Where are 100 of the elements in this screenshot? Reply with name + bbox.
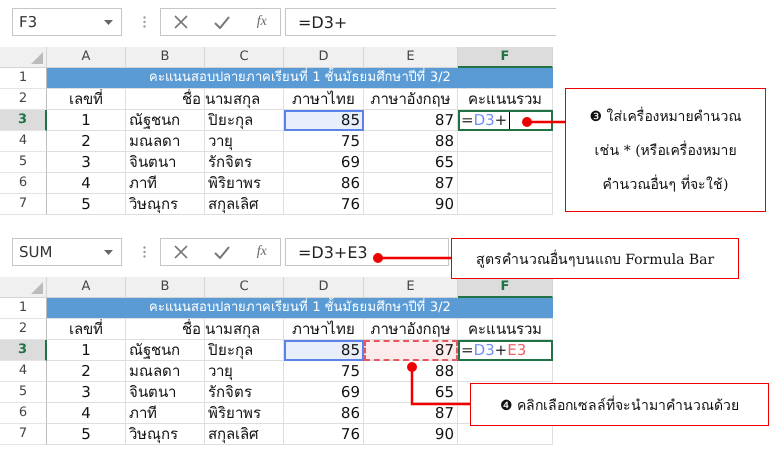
column-header[interactable]: F [458, 47, 553, 68]
table-cell: คะแนนรวม [458, 89, 553, 110]
check-icon[interactable] [214, 246, 230, 258]
row-header[interactable]: 1 [0, 298, 47, 319]
table-cell: 85 [284, 340, 364, 361]
callout-text: สูตรคำนวณอื่นๆบนแถบ Formula Bar [476, 248, 714, 270]
formula-field[interactable]: =D3+E3 [285, 238, 449, 266]
table-cell: 2 [47, 131, 126, 152]
table-cell: รักจิตร [205, 382, 284, 403]
table-cell: วิษณุกร [126, 424, 205, 445]
table-cell: 86 [284, 403, 364, 424]
formula-field[interactable]: =D3+ [285, 8, 556, 36]
table-cell: 87 [364, 173, 458, 194]
table-cell: 4 [47, 403, 126, 424]
formula-cell[interactable]: =D3+ [458, 110, 553, 131]
table-cell: จินตนา [126, 382, 205, 403]
callout-text: ❹ คลิกเลือกเซลล์ที่จะนำมาคำนวณด้วย [500, 394, 740, 416]
table-cell: 1 [47, 340, 126, 361]
table-cell: 4 [47, 173, 126, 194]
table-cell: 88 [364, 131, 458, 152]
row-header[interactable]: 3 [0, 340, 47, 361]
row-header[interactable]: 5 [0, 152, 47, 173]
table-cell: 87 [364, 340, 458, 361]
table-cell: 85 [284, 110, 364, 131]
table-cell: 86 [284, 173, 364, 194]
cell-reference: F3 [19, 13, 38, 31]
table-cell: 1 [47, 110, 126, 131]
column-header[interactable]: B [126, 277, 205, 298]
cancel-icon[interactable] [174, 245, 188, 259]
column-header[interactable]: A [47, 277, 126, 298]
table-cell: จินตนา [126, 152, 205, 173]
table-cell: 5 [47, 194, 126, 215]
table-cell: ณัฐชนก [126, 110, 205, 131]
table-cell: 5 [47, 424, 126, 445]
check-icon[interactable] [214, 16, 230, 28]
table-cell: 65 [364, 152, 458, 173]
table-cell: นามสกุล [205, 319, 284, 340]
row-header[interactable]: 2 [0, 319, 47, 340]
name-box[interactable]: SUM [12, 238, 122, 266]
grip-icon [143, 16, 146, 28]
row-header[interactable]: 4 [0, 361, 47, 382]
formula-cell[interactable]: =D3+E3 [458, 340, 553, 361]
table-cell: 90 [364, 424, 458, 445]
table-cell: รักจิตร [205, 152, 284, 173]
callout-text: ❸ ใส่เครื่องหมายคำนวณ [589, 105, 742, 127]
row-header[interactable]: 5 [0, 382, 47, 403]
table-cell: 69 [284, 382, 364, 403]
column-header[interactable]: B [126, 47, 205, 68]
column-header[interactable]: A [47, 47, 126, 68]
row-header[interactable]: 7 [0, 424, 47, 445]
table-cell: 65 [364, 382, 458, 403]
callout-text: คำนวณอื่นๆ ที่จะใช้) [602, 173, 728, 195]
column-header[interactable]: E [364, 47, 458, 68]
table-cell: 87 [364, 403, 458, 424]
column-header[interactable]: C [205, 277, 284, 298]
column-header[interactable]: D [284, 277, 364, 298]
column-header[interactable]: D [284, 47, 364, 68]
table-cell: มณลดา [126, 361, 205, 382]
cancel-icon[interactable] [174, 15, 188, 29]
row-header[interactable]: 6 [0, 173, 47, 194]
table-cell: ณัฐชนก [126, 340, 205, 361]
row-header[interactable]: 3 [0, 110, 47, 131]
cell-reference: SUM [19, 243, 52, 261]
table-cell: นามสกุล [205, 89, 284, 110]
table-cell: พิริยาพร [205, 173, 284, 194]
row-header[interactable]: 7 [0, 194, 47, 215]
table-cell: มณลดา [126, 131, 205, 152]
table-cell: 2 [47, 361, 126, 382]
column-header[interactable]: C [205, 47, 284, 68]
table-cell: 87 [364, 110, 458, 131]
table-cell: พิริยาพร [205, 403, 284, 424]
insert-function-button[interactable]: fx [256, 244, 267, 260]
column-header[interactable]: E [364, 277, 458, 298]
table-cell: สกุลเลิศ [205, 194, 284, 215]
table-cell: 3 [47, 382, 126, 403]
table-cell: วิษณุกร [126, 194, 205, 215]
row-header[interactable]: 1 [0, 68, 47, 89]
row-header[interactable]: 2 [0, 89, 47, 110]
table-cell: ภาษาอังกฤษ [364, 89, 458, 110]
table-cell: 3 [47, 152, 126, 173]
table-cell: สกุลเลิศ [205, 424, 284, 445]
title-banner: คะแนนสอบปลายภาคเรียนที่ 1 ชั้นมัธยมศึกษาปีที่ 3/2 [47, 298, 553, 319]
table-cell: 75 [284, 361, 364, 382]
caret-icon[interactable] [104, 20, 113, 24]
caret-icon[interactable] [104, 250, 113, 254]
table-cell: 69 [284, 152, 364, 173]
grip-icon [143, 246, 146, 258]
table-cell: 75 [284, 131, 364, 152]
table-cell: 90 [364, 194, 458, 215]
column-header[interactable]: F [458, 277, 553, 298]
row-header[interactable]: 4 [0, 131, 47, 152]
table-cell: ภาที [126, 403, 205, 424]
insert-function-button[interactable]: fx [256, 14, 267, 30]
table-cell: วายุ [205, 361, 284, 382]
table-cell: คะแนนรวม [458, 319, 553, 340]
callout-text: เช่น * (หรือเครื่องหมาย [594, 139, 737, 161]
table-cell: 76 [284, 194, 364, 215]
row-header[interactable]: 6 [0, 403, 47, 424]
name-box[interactable]: F3 [12, 8, 122, 36]
table-cell: วายุ [205, 131, 284, 152]
